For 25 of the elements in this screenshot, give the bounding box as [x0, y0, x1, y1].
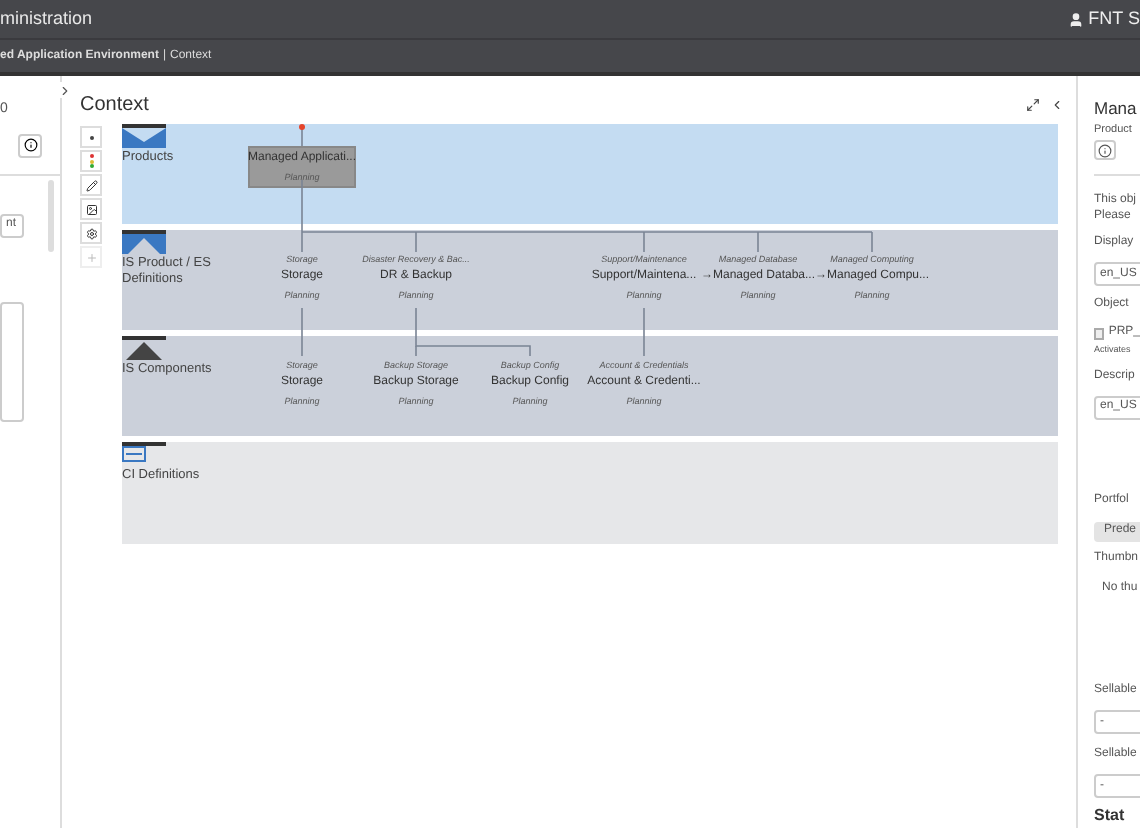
section-heading: Stat: [1094, 804, 1127, 828]
user-name[interactable]: FNT S: [1088, 5, 1140, 33]
collapse-icon[interactable]: [1050, 97, 1064, 111]
pencil-icon[interactable]: [80, 174, 102, 196]
info-icon: [1098, 143, 1112, 158]
connector-line: [301, 307, 303, 357]
panel-title: Context: [80, 91, 149, 119]
rectangle-icon: [122, 446, 146, 462]
app-title: ministration: [0, 5, 93, 32]
checkbox[interactable]: [1094, 327, 1105, 340]
user-icon: [1068, 11, 1085, 27]
info-button[interactable]: [18, 133, 42, 157]
panel-title: Mana: [1094, 96, 1139, 122]
maximize-icon[interactable]: [1026, 97, 1040, 111]
connector-line: [301, 125, 303, 147]
traffic-light-icon[interactable]: [80, 150, 102, 172]
image-icon[interactable]: [80, 198, 102, 220]
connector-line: [643, 307, 645, 357]
settings-icon[interactable]: [80, 222, 102, 244]
triangle-icon: [122, 340, 166, 360]
chevron-right-icon: [57, 83, 71, 97]
scrollbar[interactable]: [48, 179, 54, 251]
info-button[interactable]: [1094, 140, 1116, 161]
endpoint-dot: [299, 124, 305, 130]
info-icon: [23, 138, 37, 152]
